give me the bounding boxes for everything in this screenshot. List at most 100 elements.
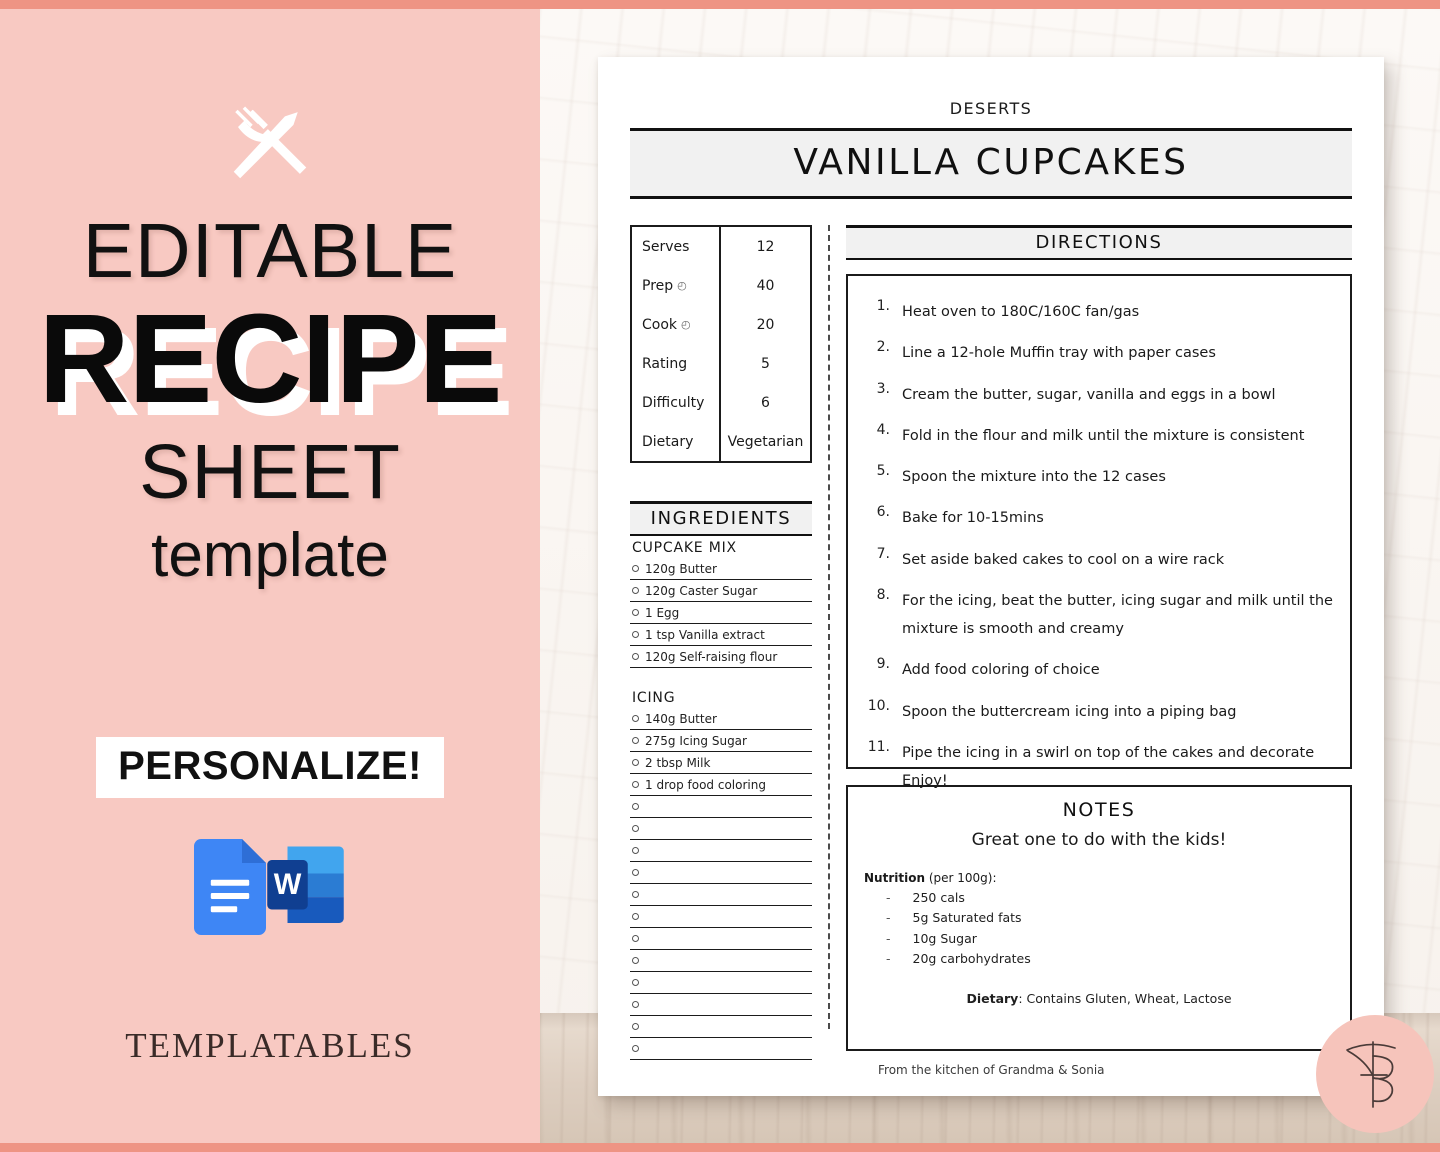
direction-step-text: Line a 12-hole Muffin tray with paper ca…	[902, 345, 1216, 362]
checkbox-circle-icon[interactable]	[632, 825, 639, 832]
checkbox-circle-icon[interactable]	[632, 715, 639, 722]
ingredient-item[interactable]: 120g Caster Sugar	[630, 580, 812, 602]
direction-step: 6. Bake for 10-15mins	[864, 504, 1334, 532]
recipe-title: VANILLA CUPCAKES	[793, 142, 1189, 183]
direction-step-number: 2.	[876, 339, 890, 356]
ingredient-blank-line[interactable]	[630, 906, 812, 928]
direction-step: 2. Line a 12-hole Muffin tray with paper …	[864, 339, 1334, 367]
ingredient-item[interactable]: 1 tsp Vanilla extract	[630, 624, 812, 646]
detail-value-cook: 20	[756, 316, 775, 333]
checkbox-circle-icon[interactable]	[632, 759, 639, 766]
detail-label-text: Rating	[642, 355, 688, 372]
ingredients-heading-label: INGREDIENTS	[650, 508, 792, 529]
bullet-dash-icon: -	[886, 910, 891, 926]
checkbox-circle-icon[interactable]	[632, 803, 639, 810]
direction-step-number: 3.	[876, 380, 890, 397]
ingredient-blank-line[interactable]	[630, 862, 812, 884]
microsoft-word-icon: W	[267, 846, 344, 923]
ingredient-text: 1 Egg	[645, 605, 680, 620]
checkbox-circle-icon[interactable]	[632, 935, 639, 942]
nutrition-item: - 10g Sugar	[864, 929, 1334, 949]
ingredient-blank-line[interactable]	[630, 1038, 812, 1060]
notes-text: Great one to do with the kids!	[971, 830, 1227, 850]
sheet-body: Serves 12 Prep ◴ 40 Cook ◴ 20 Rating 5 Difficulty 6…	[630, 225, 1352, 1060]
personalize-badge: PERSONALIZE!	[96, 737, 444, 798]
clock-icon: ◴	[681, 318, 691, 331]
promo-headline: EDITABLE RECIPE SHEET template	[0, 213, 540, 587]
checkbox-circle-icon[interactable]	[632, 737, 639, 744]
ingredient-blank-line[interactable]	[630, 796, 812, 818]
direction-step-number: 4.	[876, 421, 890, 438]
detail-value-serves: 12	[756, 238, 775, 255]
direction-step-number: 6.	[876, 504, 890, 521]
direction-step-text: Bake for 10-15mins	[902, 510, 1044, 527]
direction-step-number: 7.	[876, 545, 890, 562]
detail-label-difficulty: Difficulty	[632, 383, 721, 422]
ingredients-list: CUPCAKE MIX 120g Butter 120g Caster Sugar 1…	[630, 536, 812, 1060]
checkbox-circle-icon[interactable]	[632, 913, 639, 920]
ingredient-item[interactable]: 2 tbsp Milk	[630, 752, 812, 774]
ingredient-blank-line[interactable]	[630, 884, 812, 906]
nutrition-item-text: 20g carbohydrates	[912, 950, 1031, 966]
ingredient-item[interactable]: 1 Egg	[630, 602, 812, 624]
ingredient-item[interactable]: 275g Icing Sugar	[630, 730, 812, 752]
detail-label-text: Dietary	[642, 433, 694, 450]
ingredient-item[interactable]: 120g Butter	[630, 558, 812, 580]
ingredient-blank-line[interactable]	[630, 818, 812, 840]
promo-line-sheet: SHEET	[139, 429, 401, 515]
nutrition-heading: Nutrition (per 100g):	[864, 871, 1334, 885]
bullet-dash-icon: -	[886, 930, 891, 946]
promo-line-editable: EDITABLE	[82, 208, 458, 294]
checkbox-circle-icon[interactable]	[632, 609, 639, 616]
checkbox-circle-icon[interactable]	[632, 957, 639, 964]
detail-value-prep: 40	[756, 277, 775, 294]
nutrition-item: - 20g carbohydrates	[864, 949, 1334, 969]
checkbox-circle-icon[interactable]	[632, 781, 639, 788]
direction-step: 10. Spoon the buttercream icing into a pi…	[864, 698, 1334, 726]
checkbox-circle-icon[interactable]	[632, 869, 639, 876]
bullet-dash-icon: -	[886, 950, 891, 966]
nutrition-item: - 5g Saturated fats	[864, 908, 1334, 928]
ingredient-blank-line[interactable]	[630, 994, 812, 1016]
checkbox-circle-icon[interactable]	[632, 565, 639, 572]
recipe-sheet-page: DESERTS VANILLA CUPCAKES Serves 12 Prep ◴ 40…	[598, 57, 1384, 1096]
checkbox-circle-icon[interactable]	[632, 1001, 639, 1008]
ingredient-blank-line[interactable]	[630, 972, 812, 994]
ingredient-group-title: CUPCAKE MIX	[632, 540, 737, 556]
clock-icon: ◴	[677, 279, 687, 292]
ingredient-blank-line[interactable]	[630, 1016, 812, 1038]
ingredient-item[interactable]: 1 drop food coloring	[630, 774, 812, 796]
promo-line-template: template	[151, 521, 389, 590]
direction-step: 8. For the icing, beat the butter, icing …	[864, 587, 1334, 644]
brand-name: TEMPLATABLES	[125, 1026, 415, 1065]
ingredient-blank-line[interactable]	[630, 840, 812, 862]
direction-step-number: 9.	[876, 656, 890, 673]
detail-label-text: Prep	[642, 277, 674, 294]
sheet-footer: From the kitchen of Grandma & Sonia	[878, 1063, 1105, 1077]
direction-step-number: 5.	[876, 463, 890, 480]
checkbox-circle-icon[interactable]	[632, 653, 639, 660]
ingredient-blank-line[interactable]	[630, 950, 812, 972]
dietary-line: Dietary: Contains Gluten, Wheat, Lactose	[864, 991, 1334, 1006]
direction-step: 1. Heat oven to 180C/160C fan/gas	[864, 298, 1334, 326]
checkbox-circle-icon[interactable]	[632, 1045, 639, 1052]
checkbox-circle-icon[interactable]	[632, 979, 639, 986]
checkbox-circle-icon[interactable]	[632, 1023, 639, 1030]
checkbox-circle-icon[interactable]	[632, 631, 639, 638]
left-column: Serves 12 Prep ◴ 40 Cook ◴ 20 Rating 5 Difficulty 6…	[630, 225, 812, 1060]
ingredient-text: 2 tbsp Milk	[645, 755, 711, 770]
recipe-title-banner: VANILLA CUPCAKES	[630, 128, 1352, 199]
checkbox-circle-icon[interactable]	[632, 847, 639, 854]
ingredient-group-title: ICING	[632, 690, 676, 706]
ingredient-item[interactable]: 120g Self-raising flour	[630, 646, 812, 668]
directions-heading-label: DIRECTIONS	[1035, 232, 1163, 253]
ingredient-blank-line[interactable]	[630, 928, 812, 950]
checkbox-circle-icon[interactable]	[632, 891, 639, 898]
ingredient-text: 120g Butter	[645, 561, 717, 576]
ingredient-item[interactable]: 140g Butter	[630, 708, 812, 730]
detail-value-difficulty: 6	[761, 394, 770, 411]
direction-step-number: 8.	[876, 586, 890, 603]
notes-heading: NOTES	[1062, 799, 1136, 821]
checkbox-circle-icon[interactable]	[632, 587, 639, 594]
direction-step-text: Cream the butter, sugar, vanilla and egg…	[902, 386, 1276, 403]
